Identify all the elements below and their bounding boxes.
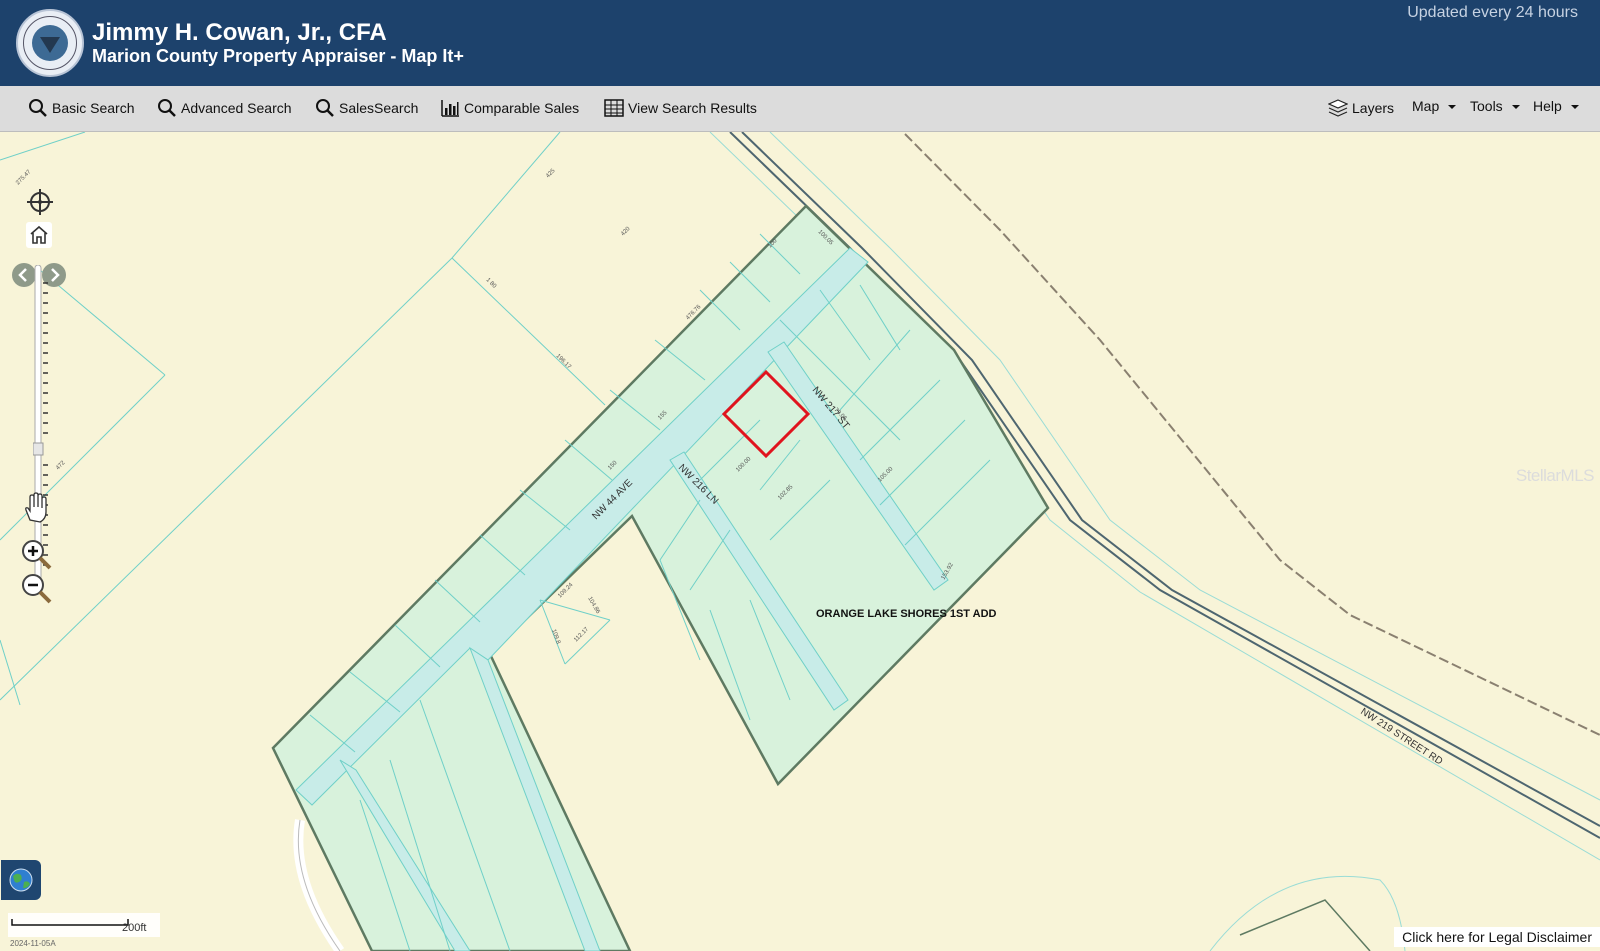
dimension-label: 1 80 xyxy=(485,277,498,290)
scale-label: 200ft xyxy=(122,922,147,934)
view-search-results-button[interactable]: View Search Results xyxy=(604,98,757,118)
main-toolbar: Basic Search Advanced Search SalesSearch… xyxy=(0,86,1600,132)
globe-icon xyxy=(9,868,33,892)
sales-search-button[interactable]: SalesSearch xyxy=(315,98,418,118)
dimension-label: 275.47 xyxy=(15,169,33,187)
background-lot-line xyxy=(1239,899,1371,951)
hand-icon[interactable] xyxy=(22,492,50,524)
advanced-search-label: Advanced Search xyxy=(181,100,292,116)
magnifier-icon xyxy=(29,99,47,117)
dimension-label: 112.17 xyxy=(573,626,590,643)
background-lot-line xyxy=(451,132,561,259)
view-search-results-label: View Search Results xyxy=(628,100,757,116)
dimension-label: 109.8 xyxy=(550,629,561,646)
bar-chart-icon xyxy=(441,100,459,117)
background-lot-line xyxy=(0,639,21,706)
zoom-in-icon[interactable] xyxy=(20,538,54,572)
dimension-label: 472 xyxy=(55,460,67,472)
appraiser-name: Jimmy H. Cowan, Jr., CFA xyxy=(92,19,387,46)
comparable-sales-button[interactable]: Comparable Sales xyxy=(440,98,579,118)
crosshair-icon[interactable] xyxy=(26,188,54,216)
home-icon xyxy=(30,225,48,244)
subdivision-label: ORANGE LAKE SHORES 1ST ADD xyxy=(816,608,997,620)
help-menu[interactable]: Help xyxy=(1533,98,1579,114)
magnifier-icon xyxy=(316,99,334,117)
dimension-label: 196.17 xyxy=(555,353,573,371)
home-button[interactable] xyxy=(26,222,52,248)
stellarmls-watermark: StellarMLS xyxy=(1515,466,1595,485)
legal-disclaimer-link[interactable]: Click here for Legal Disclaimer xyxy=(1394,927,1600,947)
dimension-label: 420 xyxy=(620,226,632,238)
tools-menu[interactable]: Tools xyxy=(1470,98,1520,114)
parcel-map: NW 44 AVE NW 217 ST NW 216 LN NW 219 STR… xyxy=(0,132,1600,951)
comparable-sales-label: Comparable Sales xyxy=(464,100,580,116)
grid-table-icon xyxy=(604,99,624,117)
cul-de-sac-road xyxy=(1209,875,1406,951)
caret-down-icon xyxy=(1448,105,1457,109)
app-header: Jimmy H. Cowan, Jr., CFA Marion County P… xyxy=(0,0,1600,86)
map-date-stamp: 2024-11-05A xyxy=(10,939,56,948)
basic-search-label: Basic Search xyxy=(52,100,135,116)
advanced-search-button[interactable]: Advanced Search xyxy=(157,98,292,118)
app-subtitle: Marion County Property Appraiser - Map I… xyxy=(92,46,464,66)
basic-search-button[interactable]: Basic Search xyxy=(28,98,134,118)
zoom-out-icon[interactable] xyxy=(20,572,54,606)
layers-label: Layers xyxy=(1352,100,1395,116)
map-menu-label: Map xyxy=(1412,98,1440,114)
layers-icon xyxy=(1328,99,1348,117)
caret-down-icon xyxy=(1511,105,1520,109)
railroad-line xyxy=(904,133,1600,736)
background-lot-line xyxy=(451,257,606,406)
caret-down-icon xyxy=(1570,105,1579,109)
map-canvas[interactable]: NW 44 AVE NW 217 ST NW 216 LN NW 219 STR… xyxy=(0,132,1600,951)
dimension-label: 425 xyxy=(545,168,557,180)
update-note: Updated every 24 hours xyxy=(1407,4,1578,21)
basemap-button[interactable] xyxy=(1,860,41,900)
magnifier-icon xyxy=(158,99,176,117)
help-menu-label: Help xyxy=(1533,98,1562,114)
map-menu[interactable]: Map xyxy=(1412,98,1457,114)
county-seal-logo xyxy=(16,9,84,77)
dimension-label: 104.86 xyxy=(586,596,601,615)
background-lot-line xyxy=(0,132,86,161)
layers-button[interactable]: Layers xyxy=(1328,98,1394,118)
sales-search-label: SalesSearch xyxy=(339,100,419,116)
tools-menu-label: Tools xyxy=(1470,98,1503,114)
